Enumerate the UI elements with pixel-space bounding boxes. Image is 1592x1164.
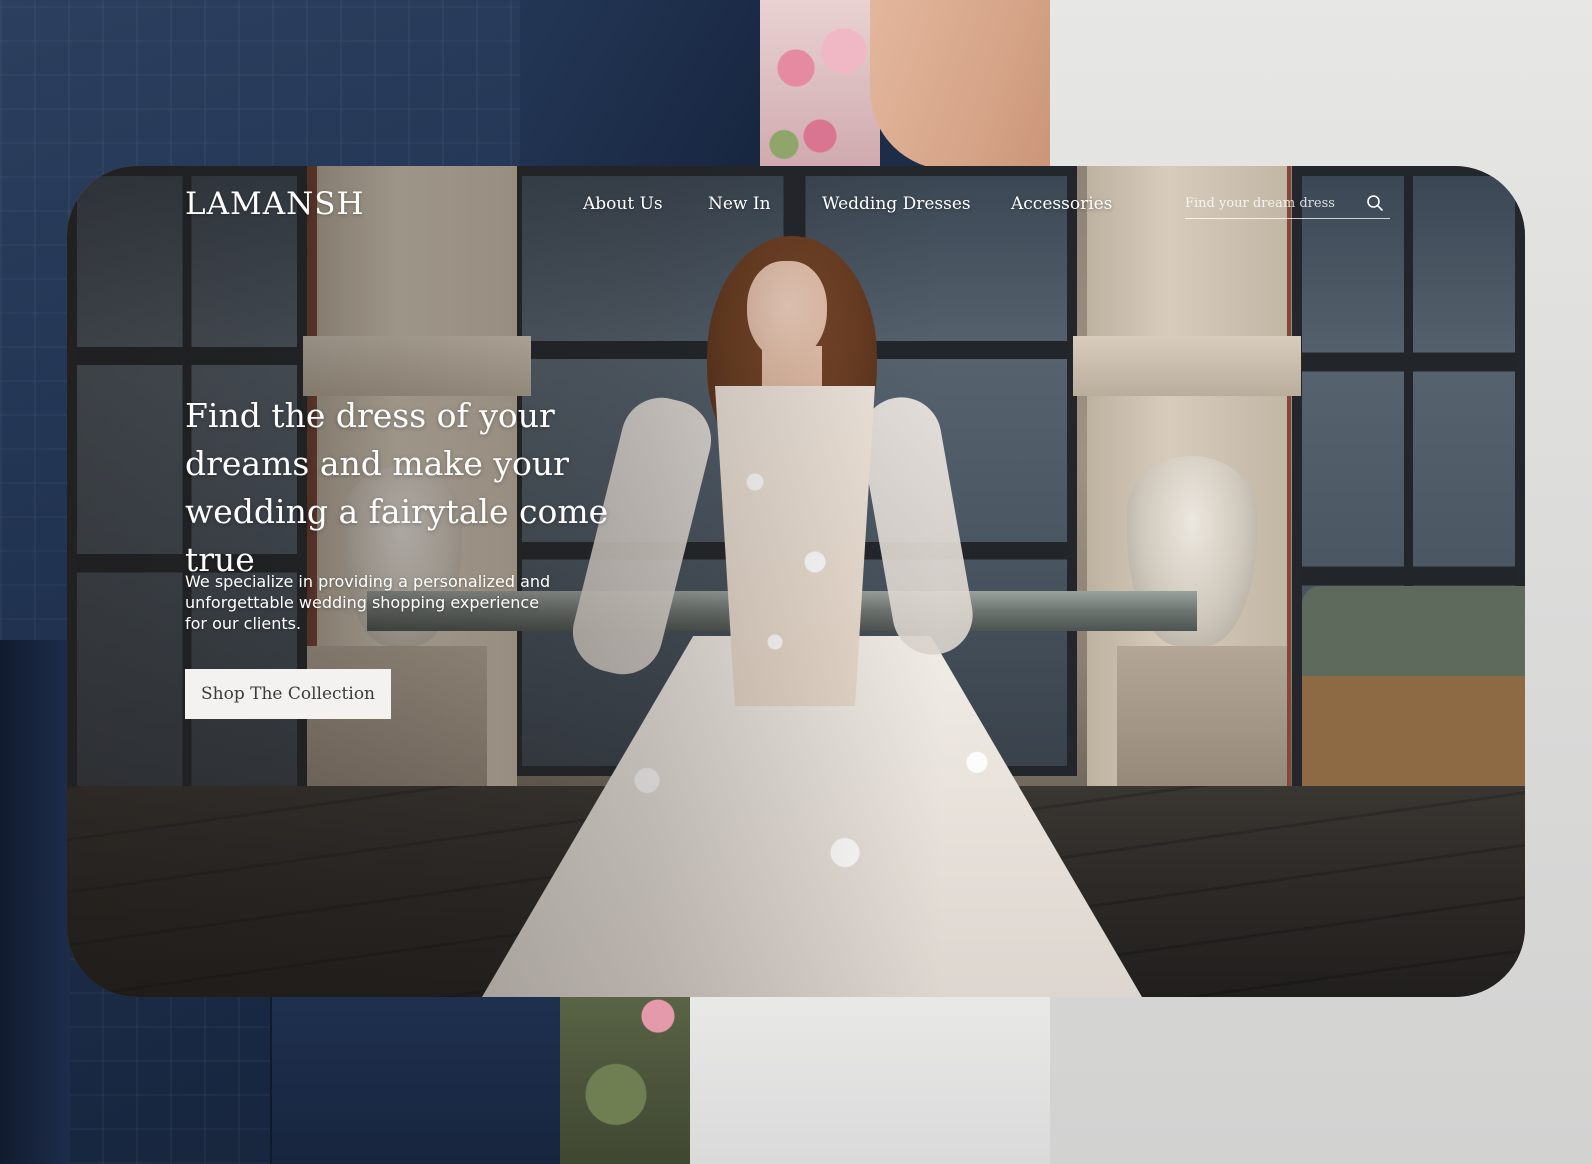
nav-wedding-dresses[interactable]: Wedding Dresses [822, 194, 971, 214]
nav-new-in[interactable]: New In [708, 194, 771, 214]
search-icon[interactable] [1366, 194, 1384, 212]
nav-accessories[interactable]: Accessories [1011, 194, 1112, 214]
search-bar [1185, 192, 1390, 219]
bouquet-image [760, 0, 880, 170]
flowers-image [560, 990, 700, 1164]
hero-headline: Find the dress of your dreams and make y… [185, 396, 609, 579]
dress-hem-image [690, 990, 1050, 1164]
search-input[interactable] [1185, 196, 1360, 211]
hero-card: LAMANSH About Us New In Wedding Dresses … [67, 166, 1525, 997]
hero-subtext: We specialize in providing a personalize… [185, 572, 551, 633]
brand-logo[interactable]: LAMANSH [185, 186, 365, 222]
nav-about-us[interactable]: About Us [583, 194, 663, 214]
shop-collection-button[interactable]: Shop The Collection [185, 669, 391, 719]
bride-arm-image [870, 0, 1060, 170]
groom-leg-image [270, 990, 572, 1164]
suit-fold-image [0, 640, 70, 1164]
